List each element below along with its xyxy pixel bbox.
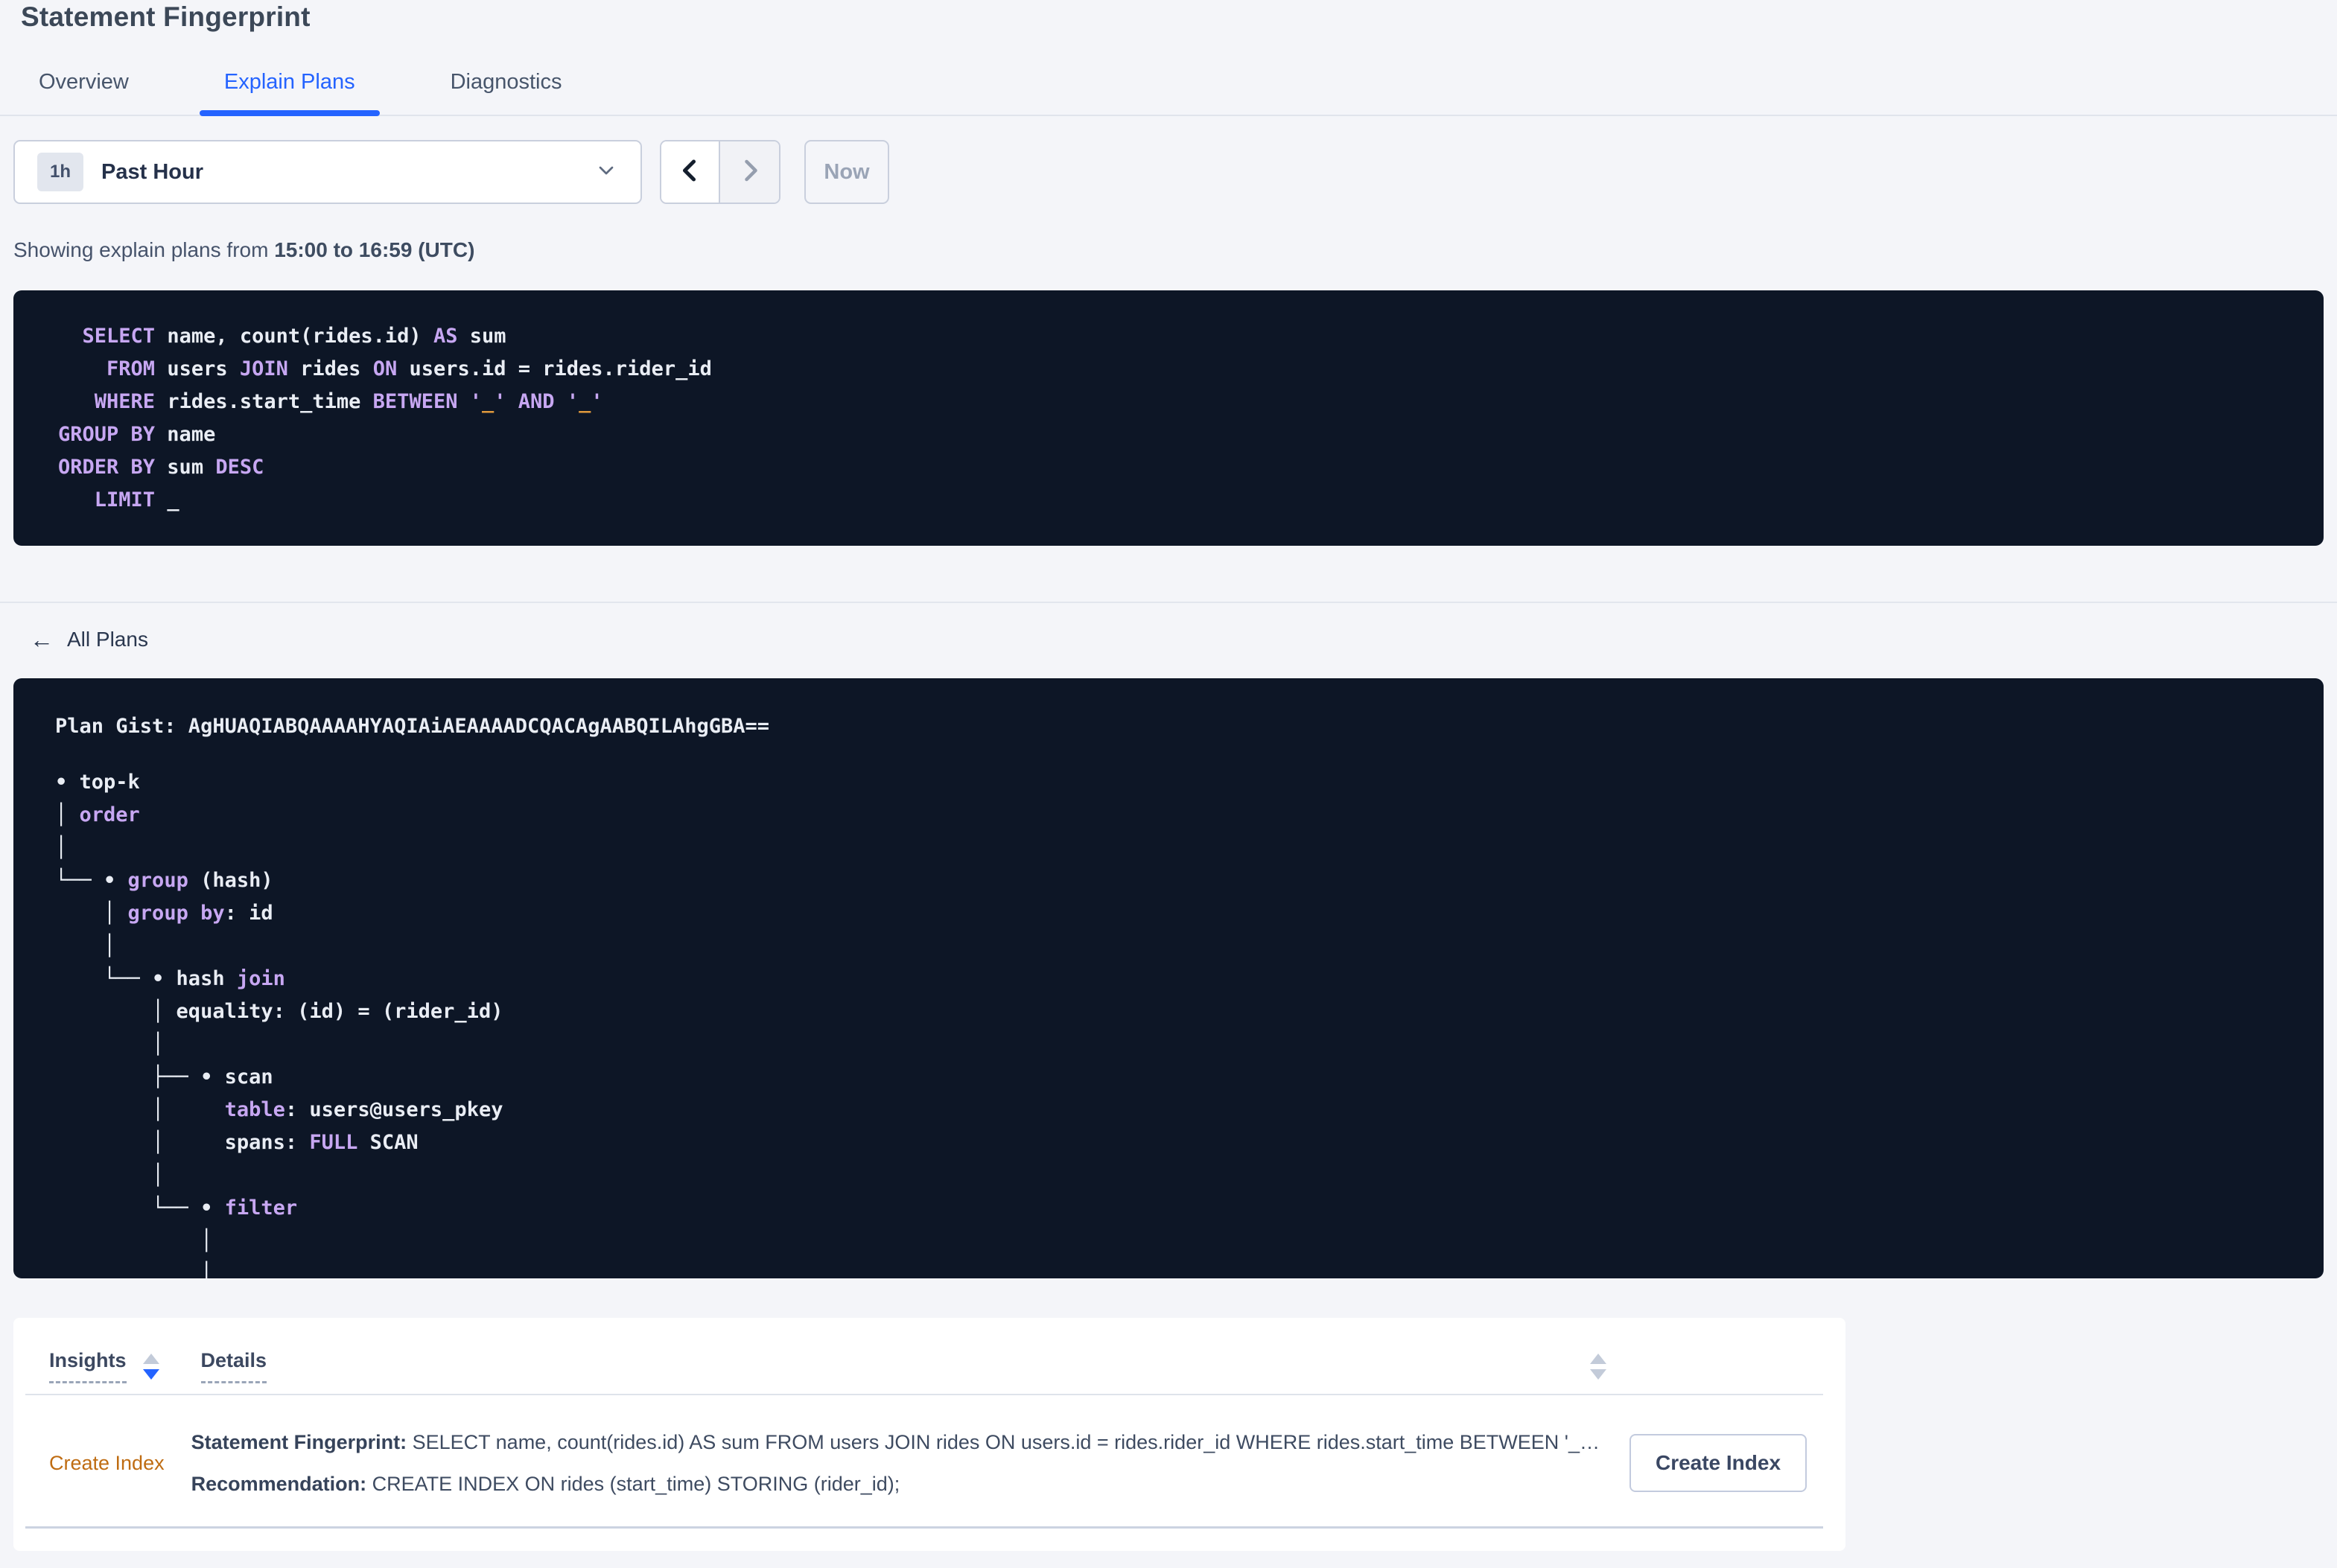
plan-gist-text: Plan Gist: AgHUAQIABQAAAAHYAQIAiAEAAAADC… [55,715,770,738]
time-pager [660,140,780,204]
statement-fingerprint-page: Statement Fingerprint Overview Explain P… [0,0,2337,1568]
sql-statement-code: SELECT name, count(rides.id) AS sum FROM… [58,325,712,511]
sql-statement-panel: SELECT name, count(rides.id) AS sum FROM… [13,290,2324,546]
next-interval-button[interactable] [720,141,779,203]
all-plans-label: All Plans [67,628,148,651]
page-title: Statement Fingerprint [21,1,311,32]
table-row: Create Index Statement Fingerprint: SELE… [13,1395,1845,1497]
chevron-right-icon [737,156,763,189]
caption-time-range: 15:00 to 16:59 (UTC) [274,238,475,261]
time-range-dropdown[interactable]: 1h Past Hour [13,140,642,204]
insights-table-card: Insights Details Create Index Statement … [13,1318,1845,1551]
details-cell: Statement Fingerprint: SELECT name, coun… [191,1430,1600,1497]
row-divider [25,1526,1823,1529]
tab-diagnostics[interactable]: Diagnostics [451,70,562,115]
statement-fingerprint-label: Statement Fingerprint: [191,1431,407,1453]
insights-table-header: Insights Details [13,1318,1845,1383]
create-index-button[interactable]: Create Index [1629,1434,1807,1492]
tab-bar: Overview Explain Plans Diagnostics [0,70,2337,116]
showing-plans-caption: Showing explain plans from 15:00 to 16:5… [13,238,2337,262]
arrow-left-icon: ← [30,626,54,653]
plan-gist-panel: Plan Gist: AgHUAQIABQAAAAHYAQIAiAEAAAADC… [13,678,2324,1278]
sort-desc-icon[interactable] [142,1354,159,1380]
recommendation-value: CREATE INDEX ON rides (start_time) STORI… [366,1473,900,1495]
previous-interval-button[interactable] [661,141,720,203]
recommendation-line: Recommendation: CREATE INDEX ON rides (s… [191,1471,1600,1497]
time-range-label: Past Hour [101,159,203,184]
plan-tree: • top-k │ order │ └── • group (hash) │ g… [55,771,503,1278]
sort-up-arrow [142,1354,159,1364]
sort-up-arrow [1590,1354,1606,1364]
sort-down-arrow [142,1369,159,1380]
column-header-details[interactable]: Details [200,1349,267,1383]
now-button[interactable]: Now [804,140,889,204]
column-header-insights[interactable]: Insights [49,1349,127,1383]
time-controls: 1h Past Hour Now [13,140,2337,204]
all-plans-back-link[interactable]: ← All Plans [30,628,148,651]
chevron-left-icon [677,156,704,189]
statement-fingerprint-value: SELECT name, count(rides.id) AS sum FROM… [407,1431,1600,1453]
tab-explain-plans[interactable]: Explain Plans [199,70,380,116]
caption-prefix: Showing explain plans from [13,238,275,261]
section-divider [0,602,2337,603]
statement-fingerprint-line: Statement Fingerprint: SELECT name, coun… [191,1430,1600,1455]
chevron-down-icon [594,159,618,186]
create-index-link[interactable]: Create Index [49,1452,165,1475]
time-range-badge: 1h [37,153,84,191]
tab-overview[interactable]: Overview [39,70,129,115]
sort-icon[interactable] [1590,1354,1606,1380]
sort-down-arrow [1590,1369,1606,1380]
recommendation-label: Recommendation: [191,1473,367,1495]
